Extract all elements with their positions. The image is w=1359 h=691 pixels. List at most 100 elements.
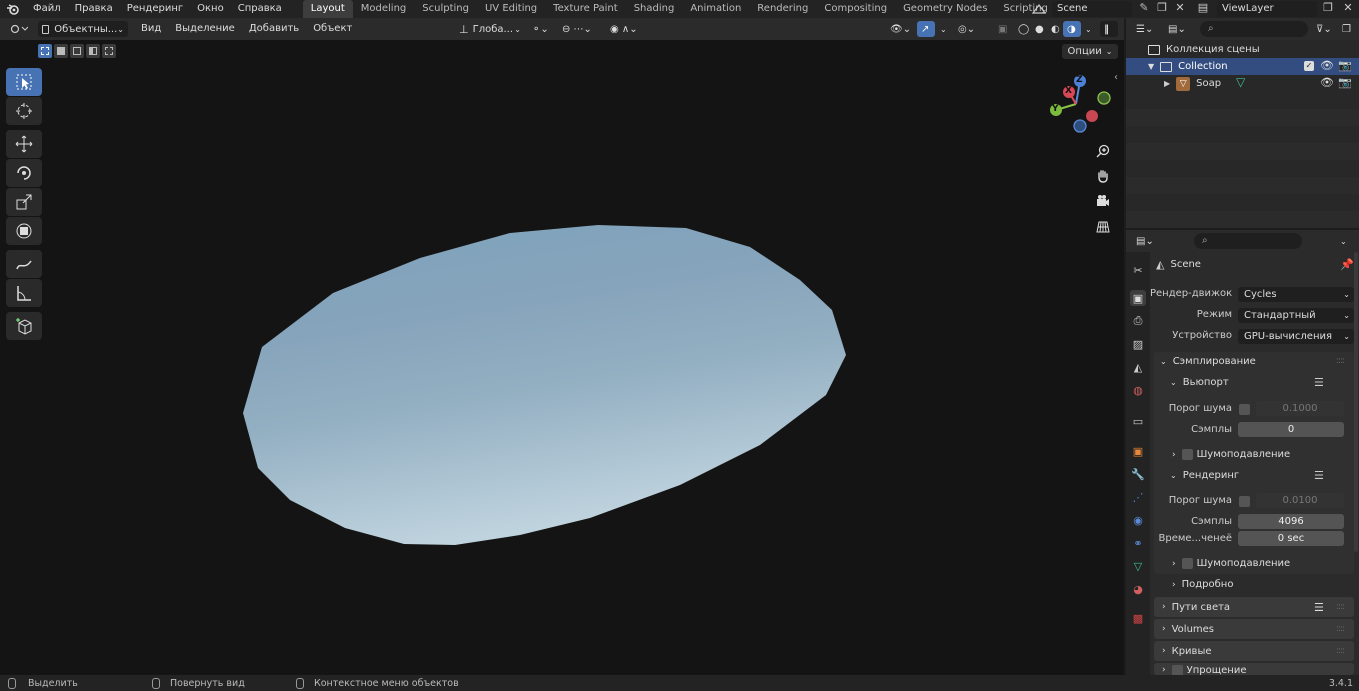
data-tab-icon[interactable]: ▽ <box>1130 558 1146 574</box>
view-layer-field[interactable]: ViewLayer <box>1217 1 1317 17</box>
delete-scene-icon[interactable]: ✕ <box>1172 1 1188 17</box>
snap-icon[interactable]: ⊖ ⋯⌄ <box>558 21 602 37</box>
drag-handle-icon[interactable]: :::: <box>1336 602 1345 612</box>
advanced-subpanel-header[interactable]: › Подробно <box>1172 579 1233 590</box>
soap-object[interactable] <box>0 40 1124 675</box>
pause-render-icon[interactable]: ‖ <box>1100 21 1118 37</box>
tab-modeling[interactable]: Modeling <box>353 0 415 18</box>
drag-handle-icon[interactable]: :::: <box>1336 646 1345 656</box>
render-subpanel-header[interactable]: ⌄ Рендеринг <box>1170 470 1239 481</box>
tool-tab-icon[interactable]: ✂ <box>1130 262 1146 278</box>
perspective-grid-icon[interactable] <box>1092 216 1114 238</box>
tab-geometry-nodes[interactable]: Geometry Nodes <box>895 0 995 18</box>
tab-shading[interactable]: Shading <box>626 0 683 18</box>
menu-window[interactable]: Окно <box>190 0 231 18</box>
menu-help[interactable]: Справка <box>231 0 289 18</box>
viewport-subpanel-header[interactable]: ⌄ Вьюпорт <box>1170 377 1229 388</box>
pan-hand-icon[interactable] <box>1092 165 1114 187</box>
vp-samples-field[interactable]: 0 <box>1238 422 1344 437</box>
properties-scrollbar[interactable] <box>1354 252 1358 552</box>
r-samples-field[interactable]: 4096 <box>1238 514 1344 529</box>
r-denoise-checkbox[interactable] <box>1181 558 1193 569</box>
editor-type-icon[interactable] <box>6 21 34 37</box>
xray-icon[interactable]: ▣ <box>994 21 1012 37</box>
pin-icon[interactable]: 📌 <box>1340 258 1354 271</box>
viewport-menu-add[interactable]: Добавить <box>242 20 306 38</box>
expand-arrow-icon[interactable]: ▶ <box>1164 79 1170 88</box>
new-collection-icon[interactable]: ❐ <box>1338 21 1356 37</box>
expand-arrow-icon[interactable]: ▼ <box>1148 62 1154 71</box>
3d-viewport[interactable]: Опции ⌄ Z X Y ‹ <box>0 40 1124 675</box>
sidebar-toggle-icon[interactable]: ‹ <box>1114 72 1118 83</box>
wireframe-shading-icon[interactable]: ◯ <box>1014 21 1032 37</box>
display-mode-icon[interactable]: ▤⌄ <box>1164 21 1192 37</box>
physics-tab-icon[interactable]: ◉ <box>1130 512 1146 528</box>
material-tab-icon[interactable]: ◕ <box>1130 581 1146 597</box>
eye-icon[interactable]: 👁 <box>1320 59 1334 72</box>
viewport-menu-object[interactable]: Объект <box>306 20 359 38</box>
overlays-icon[interactable]: ◎⌄ <box>954 21 982 37</box>
transform-orientation-dropdown[interactable]: ⊥ Глоба... ⌄ <box>455 21 525 37</box>
viewport-menu-select[interactable]: Выделение <box>168 20 242 38</box>
world-tab-icon[interactable]: ◍ <box>1130 382 1146 398</box>
viewport-menu-view[interactable]: Вид <box>134 20 168 38</box>
scene-tab-icon[interactable]: ◭ <box>1130 359 1146 375</box>
menu-edit[interactable]: Правка <box>68 0 120 18</box>
outliner-search-input[interactable]: ⌕ <box>1200 21 1308 37</box>
r-denoise-subpanel-header[interactable]: › Шумоподавление <box>1172 558 1290 569</box>
vp-noise-threshold-field[interactable]: 0.1000 <box>1256 401 1344 416</box>
render-tab-icon[interactable]: ▣ <box>1130 290 1146 306</box>
texture-tab-icon[interactable]: ▩ <box>1130 610 1146 626</box>
scene-name-field[interactable]: Scene <box>1052 1 1132 17</box>
particles-tab-icon[interactable]: ⋰ <box>1130 489 1146 505</box>
exclude-checkbox-icon[interactable]: ✓ <box>1304 61 1314 71</box>
r-noise-threshold-checkbox[interactable] <box>1239 496 1250 507</box>
menu-file[interactable]: Файл <box>26 0 68 18</box>
modifier-tab-icon[interactable]: 🔧 <box>1130 466 1146 482</box>
pin-icon[interactable]: ✎ <box>1136 1 1152 17</box>
object-tab-icon[interactable]: ▣ <box>1130 443 1146 459</box>
scene-icon[interactable] <box>1026 1 1052 17</box>
drag-handle-icon[interactable]: :::: <box>1336 356 1345 366</box>
tab-sculpting[interactable]: Sculpting <box>414 0 477 18</box>
camera-view-icon[interactable] <box>1092 190 1114 212</box>
zoom-icon[interactable] <box>1092 140 1114 162</box>
tab-uv-editing[interactable]: UV Editing <box>477 0 545 18</box>
feature-set-dropdown[interactable]: Стандартный ⌄ <box>1238 308 1354 323</box>
rendered-shading-icon[interactable]: ◑ <box>1063 21 1081 37</box>
chevron-down-icon[interactable]: ⌄ <box>1336 233 1352 249</box>
simplify-checkbox[interactable] <box>1171 665 1183 675</box>
outliner-row-scene-collection[interactable]: Коллекция сцены <box>1126 41 1359 58</box>
filter-icon[interactable]: ⊽⌄ <box>1312 21 1336 37</box>
chevron-down-icon[interactable]: ⌄ <box>1081 21 1093 37</box>
output-tab-icon[interactable]: ⎙ <box>1130 313 1146 329</box>
visibility-icon[interactable]: 👁⌄ <box>886 21 914 37</box>
presets-list-icon[interactable]: ☰ <box>1314 376 1324 389</box>
tab-texture-paint[interactable]: Texture Paint <box>545 0 626 18</box>
presets-list-icon[interactable]: ☰ <box>1314 469 1324 482</box>
device-dropdown[interactable]: GPU-вычисления ⌄ <box>1238 329 1354 344</box>
proportional-edit-icon[interactable]: ◉ ∧⌄ <box>606 21 650 37</box>
camera-render-icon[interactable]: 📷 <box>1338 76 1352 89</box>
tab-compositing[interactable]: Compositing <box>816 0 895 18</box>
sampling-panel-header[interactable]: ⌄ Сэмплирование <box>1160 356 1256 367</box>
view-layer-icon[interactable]: ▤ <box>1192 1 1214 17</box>
outliner-row-soap[interactable]: ▶ ▽ Soap ▽ 👁 📷 <box>1126 75 1359 92</box>
eye-icon[interactable]: 👁 <box>1320 76 1334 89</box>
vp-noise-threshold-checkbox[interactable] <box>1239 404 1250 415</box>
tab-rendering[interactable]: Rendering <box>749 0 816 18</box>
light-paths-panel-header[interactable]: › Пути света ☰ :::: <box>1154 597 1354 617</box>
pivot-point-icon[interactable]: ⚬⌄ <box>528 21 554 37</box>
outliner-editor-type-icon[interactable]: ☰⌄ <box>1132 21 1160 37</box>
simplify-panel-header[interactable]: › Упрощение <box>1154 663 1354 675</box>
curves-panel-header[interactable]: › Кривые :::: <box>1154 641 1354 661</box>
drag-handle-icon[interactable]: :::: <box>1336 624 1345 634</box>
gizmo-toggle-icon[interactable]: ↗ <box>917 21 935 37</box>
mode-dropdown[interactable]: Объектны... ⌄ <box>38 21 128 37</box>
tab-animation[interactable]: Animation <box>682 0 749 18</box>
constraints-tab-icon[interactable]: ⚭ <box>1130 535 1146 551</box>
presets-list-icon[interactable]: ☰ <box>1314 601 1324 614</box>
blender-logo-icon[interactable] <box>0 3 26 15</box>
menu-render[interactable]: Рендеринг <box>120 0 190 18</box>
navigation-gizmo[interactable]: Z X Y <box>1044 73 1114 135</box>
